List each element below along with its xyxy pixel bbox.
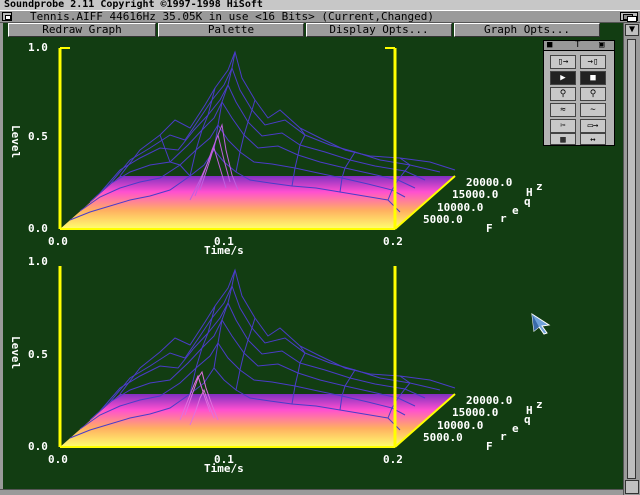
window-bottom-border	[0, 489, 623, 495]
y-tick-label: 0.5	[28, 348, 48, 361]
x-tick-label: 0.2	[383, 453, 403, 466]
freq-label-char: F	[486, 222, 493, 235]
freq-label-char: e	[512, 422, 519, 435]
freq-tick-label: 5000.0	[423, 213, 463, 226]
y-tick-label: 1.0	[28, 41, 48, 54]
palette-depth-icon[interactable]: ▣	[599, 41, 604, 50]
echo-icon[interactable]: ∼	[580, 103, 606, 117]
palette-close-icon[interactable]: ■	[547, 41, 552, 50]
zoom-out-icon[interactable]: ⚲	[580, 87, 606, 101]
graph-top: 1.0 0.5 0.0 Level 0.0 0.1 0.2 Time/s 200…	[9, 41, 543, 257]
paste-icon[interactable]: ▯→	[550, 55, 576, 69]
x-axis-label: Time/s	[204, 244, 244, 257]
freq-label-char: H	[526, 186, 533, 199]
freq-label-char: H	[526, 404, 533, 417]
play-icon[interactable]: ▶	[550, 71, 576, 85]
freq-label-char: r	[500, 212, 507, 225]
depth-icon[interactable]	[620, 12, 638, 22]
tool-palette: ■ T ▣ ▯→ →▯ ▶ ■ ⚲ ⚲ ≈ ∼ ✂ ▭→ ▦ ↔	[543, 40, 615, 146]
scrollbar-thumb[interactable]	[627, 39, 636, 479]
freq-label-char: z	[536, 398, 543, 411]
palette-header[interactable]: ■ T ▣	[544, 41, 614, 51]
y-tick-label: 1.0	[28, 255, 48, 268]
freq-label-char: z	[536, 180, 543, 193]
y-axis-label: Level	[9, 125, 22, 158]
vertical-scrollbar[interactable]: ▼	[623, 23, 640, 495]
freq-tick-label: 15000.0	[452, 188, 498, 201]
copy-icon[interactable]: ▭→	[580, 119, 606, 133]
range-icon[interactable]: ↔	[580, 133, 606, 145]
x-tick-label: 0.0	[48, 453, 68, 466]
scroll-down-icon[interactable]: ▼	[625, 24, 639, 36]
x-axis-label: Time/s	[204, 462, 244, 475]
insert-icon[interactable]: →▯	[580, 55, 606, 69]
cut-icon[interactable]: ✂	[550, 119, 576, 133]
spectrum-graphs: 1.0 0.5 0.0 Level 0.0 0.1 0.2 Time/s 200…	[9, 41, 543, 475]
freq-label-char: e	[512, 204, 519, 217]
mix-icon[interactable]: ≈	[550, 103, 576, 117]
y-tick-label: 0.0	[28, 440, 48, 453]
stop-icon[interactable]: ■	[580, 71, 606, 85]
grid-icon[interactable]: ▦	[550, 133, 576, 145]
x-tick-label: 0.2	[383, 235, 403, 248]
freq-tick-label: 5000.0	[423, 431, 463, 444]
x-tick-label: 0.0	[48, 235, 68, 248]
freq-label-char: r	[500, 430, 507, 443]
y-tick-label: 0.5	[28, 130, 48, 143]
freq-label-char: F	[486, 440, 493, 453]
y-tick-label: 0.0	[28, 222, 48, 235]
graph-bottom: 1.0 0.5 0.0 Level 0.0 0.1 0.2 Time/s 200…	[9, 255, 543, 475]
y-axis-label: Level	[9, 336, 22, 369]
resize-icon[interactable]	[625, 480, 639, 494]
zoom-in-icon[interactable]: ⚲	[550, 87, 576, 101]
mouse-pointer-icon	[531, 313, 551, 335]
palette-tab[interactable]: T	[575, 41, 580, 50]
freq-tick-label: 15000.0	[452, 406, 498, 419]
